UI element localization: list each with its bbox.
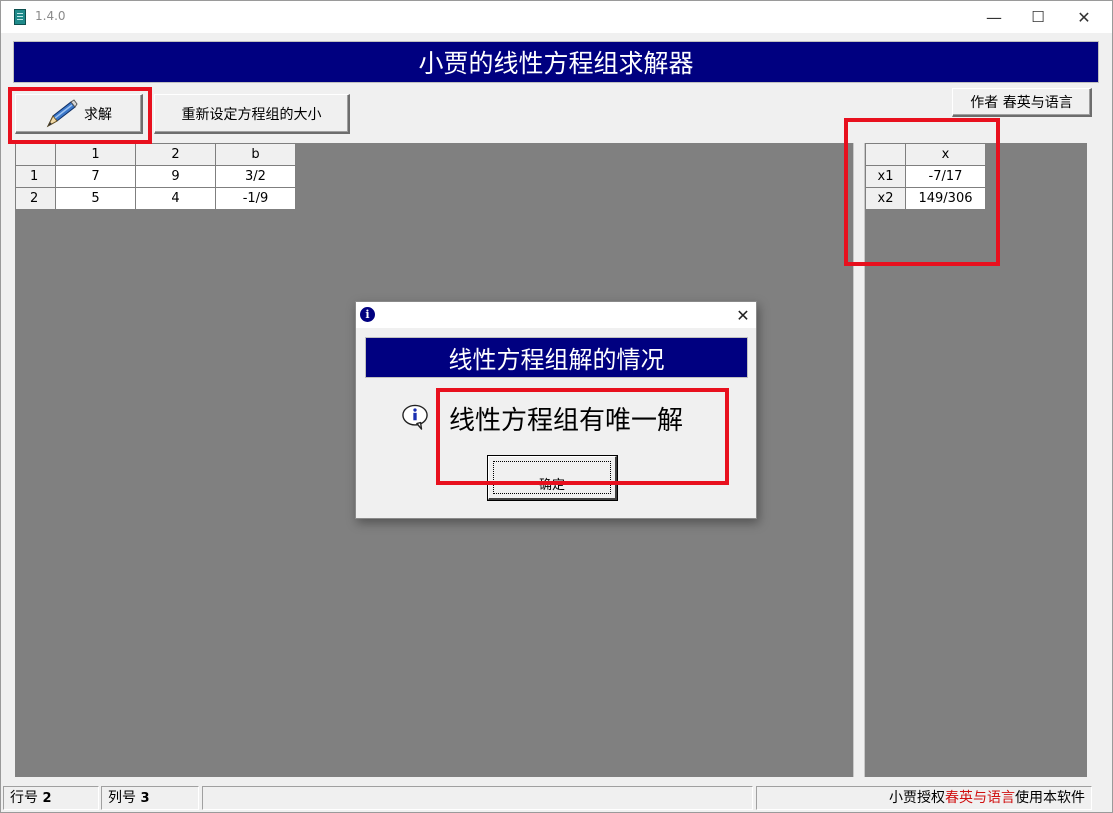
table-row: x2 149/306	[865, 187, 986, 210]
status-row-value: 2	[42, 791, 52, 806]
grid-corner-cell	[865, 143, 906, 166]
grid-row-header[interactable]: x1	[865, 165, 906, 188]
status-row-panel: 行号 2	[3, 786, 99, 810]
license-prefix: 小贾授权	[889, 790, 945, 806]
solve-button[interactable]: 求解	[15, 94, 143, 134]
pencil-icon	[46, 98, 78, 127]
panel-splitter[interactable]	[853, 143, 865, 777]
solution-grid[interactable]: x x1 -7/17 x2 149/306	[865, 143, 986, 210]
grid-corner-cell	[15, 143, 56, 166]
grid-cell[interactable]: -7/17	[905, 165, 986, 188]
grid-cell[interactable]: -1/9	[215, 187, 296, 210]
grid-col-header[interactable]: 2	[135, 143, 216, 166]
table-row: 1 7 9 3/2	[15, 165, 296, 188]
ok-button-label: 确定	[538, 478, 565, 493]
solve-button-label: 求解	[84, 106, 112, 123]
app-banner: 小贾的线性方程组求解器	[13, 41, 1099, 83]
grid-col-header[interactable]: 1	[55, 143, 136, 166]
title-bar[interactable]: 1.4.0 — ☐ ✕	[1, 1, 1112, 33]
dialog-banner: 线性方程组解的情况	[365, 337, 748, 378]
grid-row-header[interactable]: 2	[15, 187, 56, 210]
grid-header-row: x	[865, 143, 986, 166]
info-bubble-icon	[402, 404, 428, 430]
grid-col-header[interactable]: b	[215, 143, 296, 166]
status-license-panel: 小贾授权春英与语言使用本软件	[756, 786, 1092, 810]
status-bar: 行号 2 列号 3 小贾授权春英与语言使用本软件	[1, 784, 1112, 812]
result-dialog: i ✕ 线性方程组解的情况 线性方程组有唯一解 确定	[355, 301, 757, 519]
status-col-value: 3	[140, 791, 150, 806]
resize-system-button-label: 重新设定方程组的大小	[181, 106, 322, 123]
dialog-title-bar[interactable]: i ✕	[356, 302, 756, 328]
window-title: 1.4.0	[35, 9, 66, 23]
solution-grid-area[interactable]	[865, 143, 1087, 777]
grid-col-header[interactable]: x	[905, 143, 986, 166]
table-row: 2 5 4 -1/9	[15, 187, 296, 210]
license-highlight: 春英与语言	[945, 790, 1015, 806]
app-calculator-icon	[14, 9, 26, 25]
grid-cell[interactable]: 7	[55, 165, 136, 188]
status-col-label: 列号	[108, 790, 136, 806]
grid-row-header[interactable]: 1	[15, 165, 56, 188]
dialog-message: 线性方程组有唯一解	[449, 406, 684, 436]
status-empty-panel	[202, 786, 753, 810]
maximize-button[interactable]: ☐	[1015, 1, 1061, 33]
dialog-banner-title: 线性方程组解的情况	[448, 346, 665, 374]
status-row-label: 行号	[10, 790, 38, 806]
grid-cell[interactable]: 5	[55, 187, 136, 210]
grid-row-header[interactable]: x2	[865, 187, 906, 210]
table-row: x1 -7/17	[865, 165, 986, 188]
minimize-button[interactable]: —	[971, 1, 1017, 33]
close-button[interactable]: ✕	[1061, 1, 1107, 33]
grid-cell[interactable]: 149/306	[905, 187, 986, 210]
dialog-close-button[interactable]: ✕	[732, 304, 754, 326]
resize-system-button[interactable]: 重新设定方程组的大小	[154, 94, 350, 134]
grid-cell[interactable]: 4	[135, 187, 216, 210]
author-button[interactable]: 作者 春英与语言	[952, 88, 1092, 117]
ok-button[interactable]: 确定	[488, 456, 617, 500]
license-suffix: 使用本软件	[1015, 790, 1085, 806]
app-banner-title: 小贾的线性方程组求解器	[418, 49, 694, 78]
status-col-panel: 列号 3	[101, 786, 199, 810]
grid-header-row: 1 2 b	[15, 143, 296, 166]
main-window: 1.4.0 — ☐ ✕ 小贾的线性方程组求解器 求解 重新设定方程组的大小 作者…	[0, 0, 1113, 813]
coefficient-grid[interactable]: 1 2 b 1 7 9 3/2 2 5 4 -1/9	[15, 143, 296, 210]
grid-cell[interactable]: 9	[135, 165, 216, 188]
grid-cell[interactable]: 3/2	[215, 165, 296, 188]
info-icon: i	[360, 307, 375, 322]
author-button-label: 作者 春英与语言	[970, 95, 1073, 111]
